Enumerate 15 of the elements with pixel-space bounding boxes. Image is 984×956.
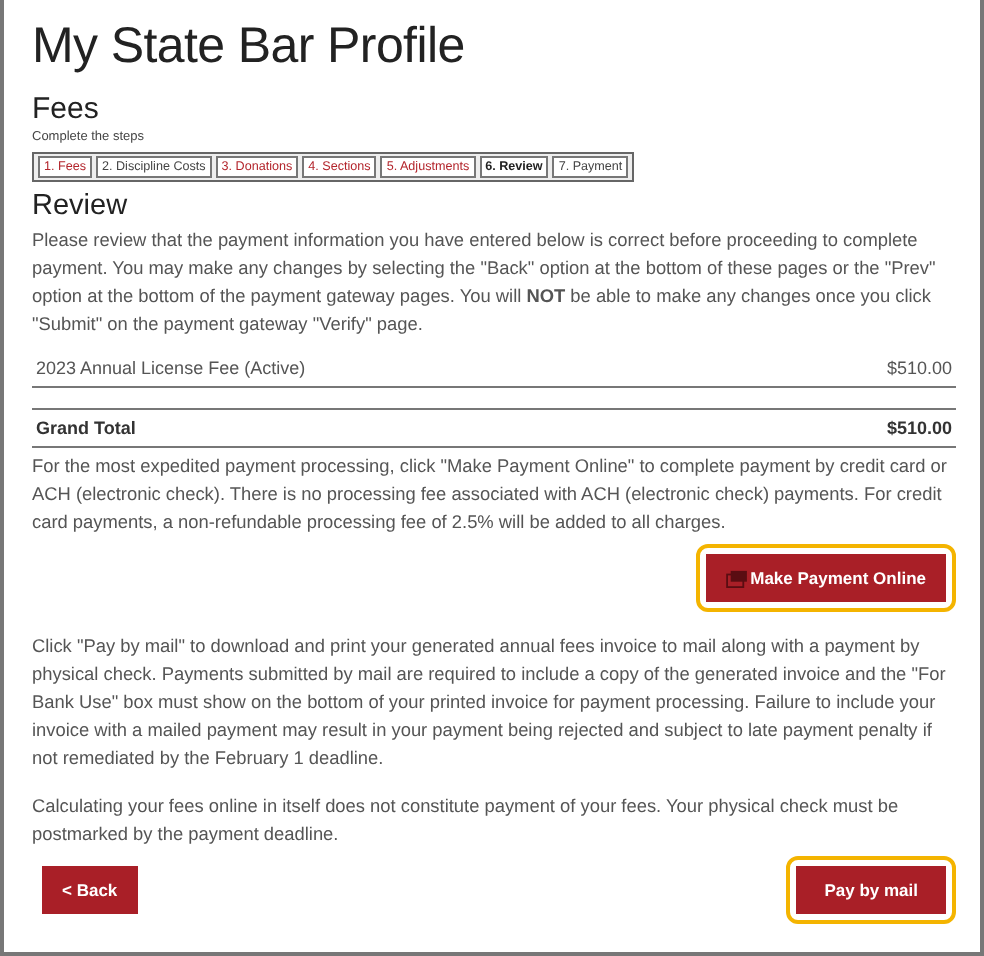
review-intro: Please review that the payment information you have entered below is correct before proceeding to complete payment. You may make any changes by selecting the "Back" option at the bottom of these pages or the "Prev" option at the bottom of the payment gateway pages. You will NOT be able to make any changes once you click "Submit" on the payment gateway "Verify" page. [32, 228, 938, 338]
total-label: Grand Total [36, 418, 136, 438]
back-button[interactable]: < Back [42, 866, 138, 914]
fee-amount: $510.00 [886, 358, 952, 378]
pay-by-mail-button[interactable]: Pay by mail [796, 866, 946, 914]
online-payment-text: For the most expedited payment processing, click "Make Payment Online" to complete payment by credit card or ACH (electronic check). There is no processing fee associated with ACH (electronic check) payments. For credit card payments, a non-refundable processing fee of 2.5% will be added to all charges. [32, 454, 949, 536]
make-payment-online-button[interactable]: Make Payment Online [706, 554, 946, 602]
fee-name: 2023 Annual License Fee (Active) [36, 358, 306, 378]
total-amount: $510.00 [886, 418, 952, 438]
card-icon [726, 569, 749, 587]
review-title: Review [32, 190, 130, 222]
page-title: My State Bar Profile [32, 16, 467, 78]
section-title: Fees [32, 92, 101, 126]
mail-payment-text: Click "Pay by mail" to download and print your generated annual fees invoice to mail along with a payment by physical check. Payments submitted by mail are required to include a copy of the generated invoice and the "For Bank Use" box must show on the bottom of your printed invoice for payment processing. Failure to include your invoice with a mailed payment may result in your payment being rejected and subject to late payment penalty if not remediated by the February 1 deadline. [32, 634, 948, 772]
deadline-note: Calculating your fees online in itself does not constitute payment of your fees. Your physical check must be postmarked by the payment deadline. [32, 794, 901, 848]
